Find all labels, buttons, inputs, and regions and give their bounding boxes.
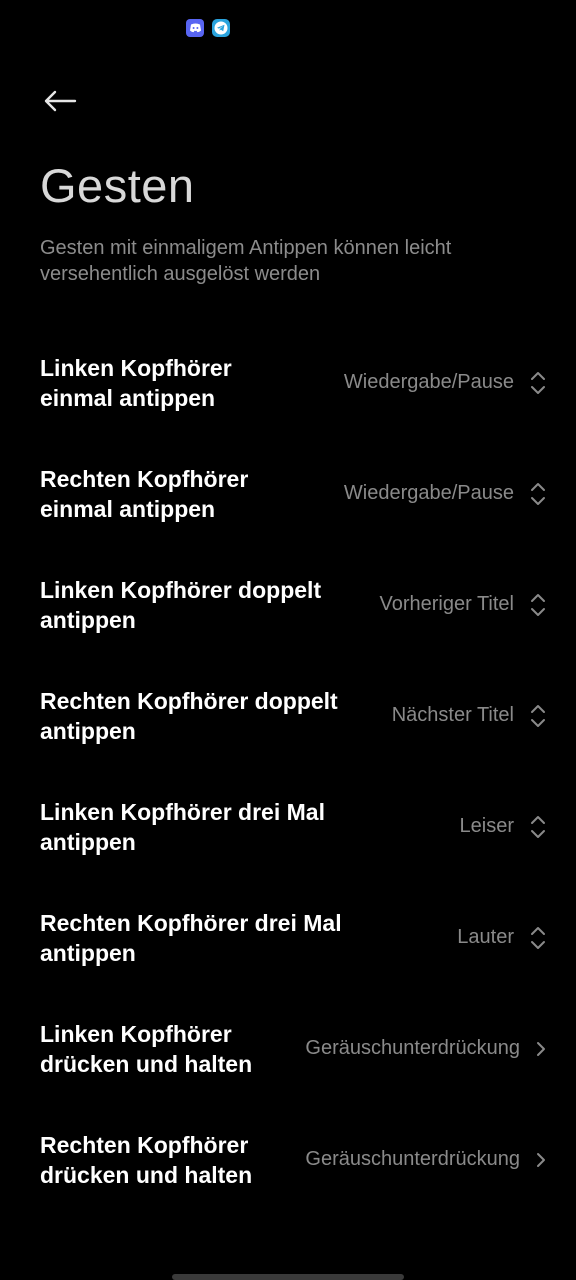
arrow-left-icon <box>44 90 77 112</box>
status-bar-icons <box>186 19 230 37</box>
setting-label-line: einmal antippen <box>40 495 216 522</box>
up-down-chevron-icon[interactable] <box>528 813 548 841</box>
setting-value: Leiser <box>459 815 514 837</box>
setting-label-line: antippen <box>40 606 136 633</box>
telegram-icon <box>212 19 230 37</box>
setting-value: Nächster Titel <box>391 704 514 726</box>
setting-label: Linken Kopfhörer doppelt antippen <box>40 575 321 635</box>
setting-label-line: Linken Kopfhörer <box>40 354 232 381</box>
setting-value: Geräuschunterdrückung <box>305 1148 520 1170</box>
setting-value-container: Geräuschunterdrückung <box>252 1037 548 1060</box>
setting-value-container: Leiser <box>325 813 548 841</box>
setting-label: Rechten Kopfhörer drücken und halten <box>40 1130 252 1190</box>
setting-value-container: Nächster Titel <box>338 702 548 730</box>
page-title: Gesten <box>40 159 195 212</box>
setting-left-triple-tap[interactable]: Linken Kopfhörer drei Mal antippen Leise… <box>0 771 576 882</box>
gesture-settings-list: Linken Kopfhörer einmal antippen Wiederg… <box>0 327 576 1215</box>
setting-value: Wiedergabe/Pause <box>343 482 514 504</box>
setting-label-line: drücken und halten <box>40 1050 253 1077</box>
back-button[interactable] <box>36 82 84 120</box>
setting-label: Linken Kopfhörer einmal antippen <box>40 353 232 413</box>
up-down-chevron-icon[interactable] <box>528 480 548 508</box>
setting-right-triple-tap[interactable]: Rechten Kopfhörer drei Mal antippen Laut… <box>0 882 576 993</box>
setting-left-single-tap[interactable]: Linken Kopfhörer einmal antippen Wiederg… <box>0 327 576 438</box>
setting-value-container: Wiedergabe/Pause <box>248 480 548 508</box>
chevron-right-icon[interactable] <box>534 1039 548 1059</box>
setting-value: Geräuschunterdrückung <box>305 1037 520 1059</box>
setting-label-line: Linken Kopfhörer drei Mal <box>40 798 325 825</box>
setting-label: Rechten Kopfhörer einmal antippen <box>40 464 248 524</box>
setting-left-press-and-hold[interactable]: Linken Kopfhörer drücken und halten Gerä… <box>0 993 576 1104</box>
setting-right-single-tap[interactable]: Rechten Kopfhörer einmal antippen Wieder… <box>0 438 576 549</box>
page-subtitle: Gesten mit einmaligem Antippen können le… <box>40 237 452 285</box>
setting-label-line: antippen <box>40 828 136 855</box>
setting-label: Linken Kopfhörer drei Mal antippen <box>40 797 325 857</box>
setting-label-line: Linken Kopfhörer <box>40 1020 232 1047</box>
setting-value-container: Lauter <box>342 924 548 952</box>
setting-label-line: Linken Kopfhörer doppelt <box>40 576 322 603</box>
setting-label-line: Rechten Kopfhörer <box>40 1131 249 1158</box>
up-down-chevron-icon[interactable] <box>528 591 548 619</box>
setting-value-container: Vorheriger Titel <box>321 591 548 619</box>
setting-left-double-tap[interactable]: Linken Kopfhörer doppelt antippen Vorher… <box>0 549 576 660</box>
setting-label-line: antippen <box>40 717 136 744</box>
setting-value-container: Wiedergabe/Pause <box>232 369 548 397</box>
setting-label-line: drücken und halten <box>40 1161 253 1188</box>
setting-label-line: Rechten Kopfhörer doppelt <box>40 687 338 714</box>
setting-value: Vorheriger Titel <box>379 593 514 615</box>
setting-label: Rechten Kopfhörer doppelt antippen <box>40 686 338 746</box>
discord-icon <box>186 19 204 37</box>
setting-right-press-and-hold[interactable]: Rechten Kopfhörer drücken und halten Ger… <box>0 1104 576 1215</box>
setting-value: Wiedergabe/Pause <box>343 371 514 393</box>
setting-label: Linken Kopfhörer drücken und halten <box>40 1019 252 1079</box>
setting-label-line: Rechten Kopfhörer <box>40 465 249 492</box>
setting-label-line: antippen <box>40 939 136 966</box>
setting-label-line: Rechten Kopfhörer drei Mal <box>40 909 342 936</box>
home-indicator[interactable] <box>172 1274 404 1280</box>
setting-value: Lauter <box>457 926 514 948</box>
setting-label-line: einmal antippen <box>40 384 216 411</box>
up-down-chevron-icon[interactable] <box>528 369 548 397</box>
setting-right-double-tap[interactable]: Rechten Kopfhörer doppelt antippen Nächs… <box>0 660 576 771</box>
setting-value-container: Geräuschunterdrückung <box>252 1148 548 1171</box>
up-down-chevron-icon[interactable] <box>528 702 548 730</box>
setting-label: Rechten Kopfhörer drei Mal antippen <box>40 908 342 968</box>
up-down-chevron-icon[interactable] <box>528 924 548 952</box>
chevron-right-icon[interactable] <box>534 1150 548 1170</box>
